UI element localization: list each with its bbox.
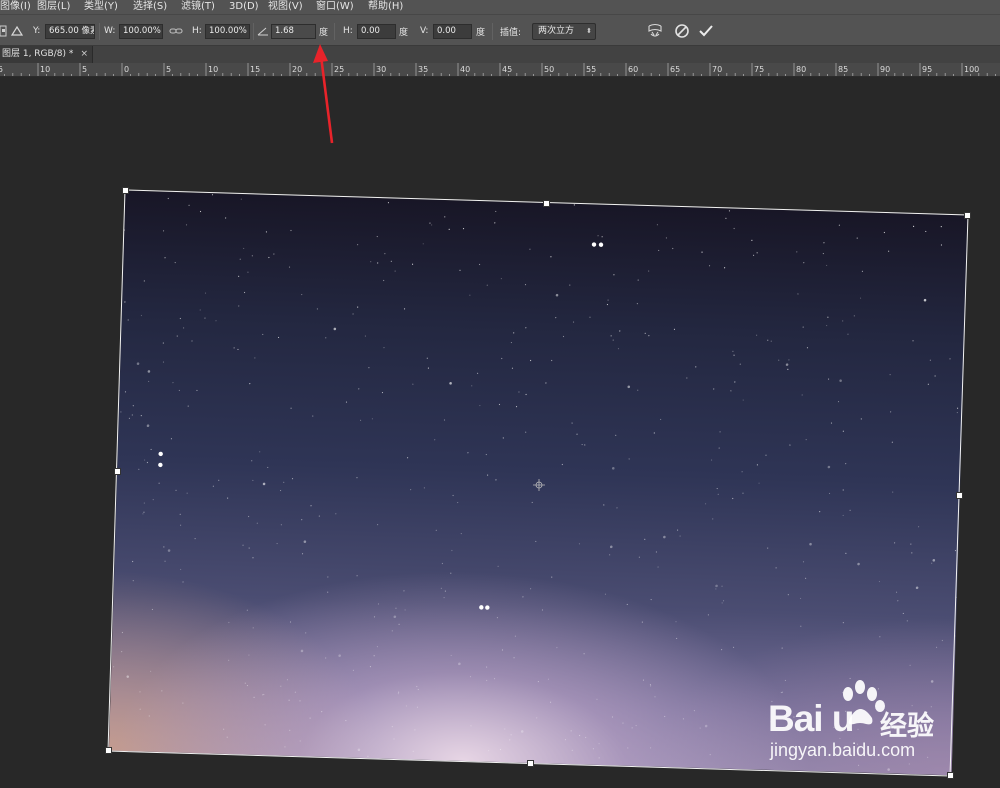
baidu-jingyan-watermark: Bai u 经验 jingyan.baidu.com — [762, 680, 962, 765]
watermark-brand: 经验 — [880, 711, 934, 742]
annotation-arrow-icon — [313, 44, 334, 144]
watermark-logo: Bai u — [768, 698, 854, 739]
watermark-url: jingyan.baidu.com — [770, 740, 916, 760]
